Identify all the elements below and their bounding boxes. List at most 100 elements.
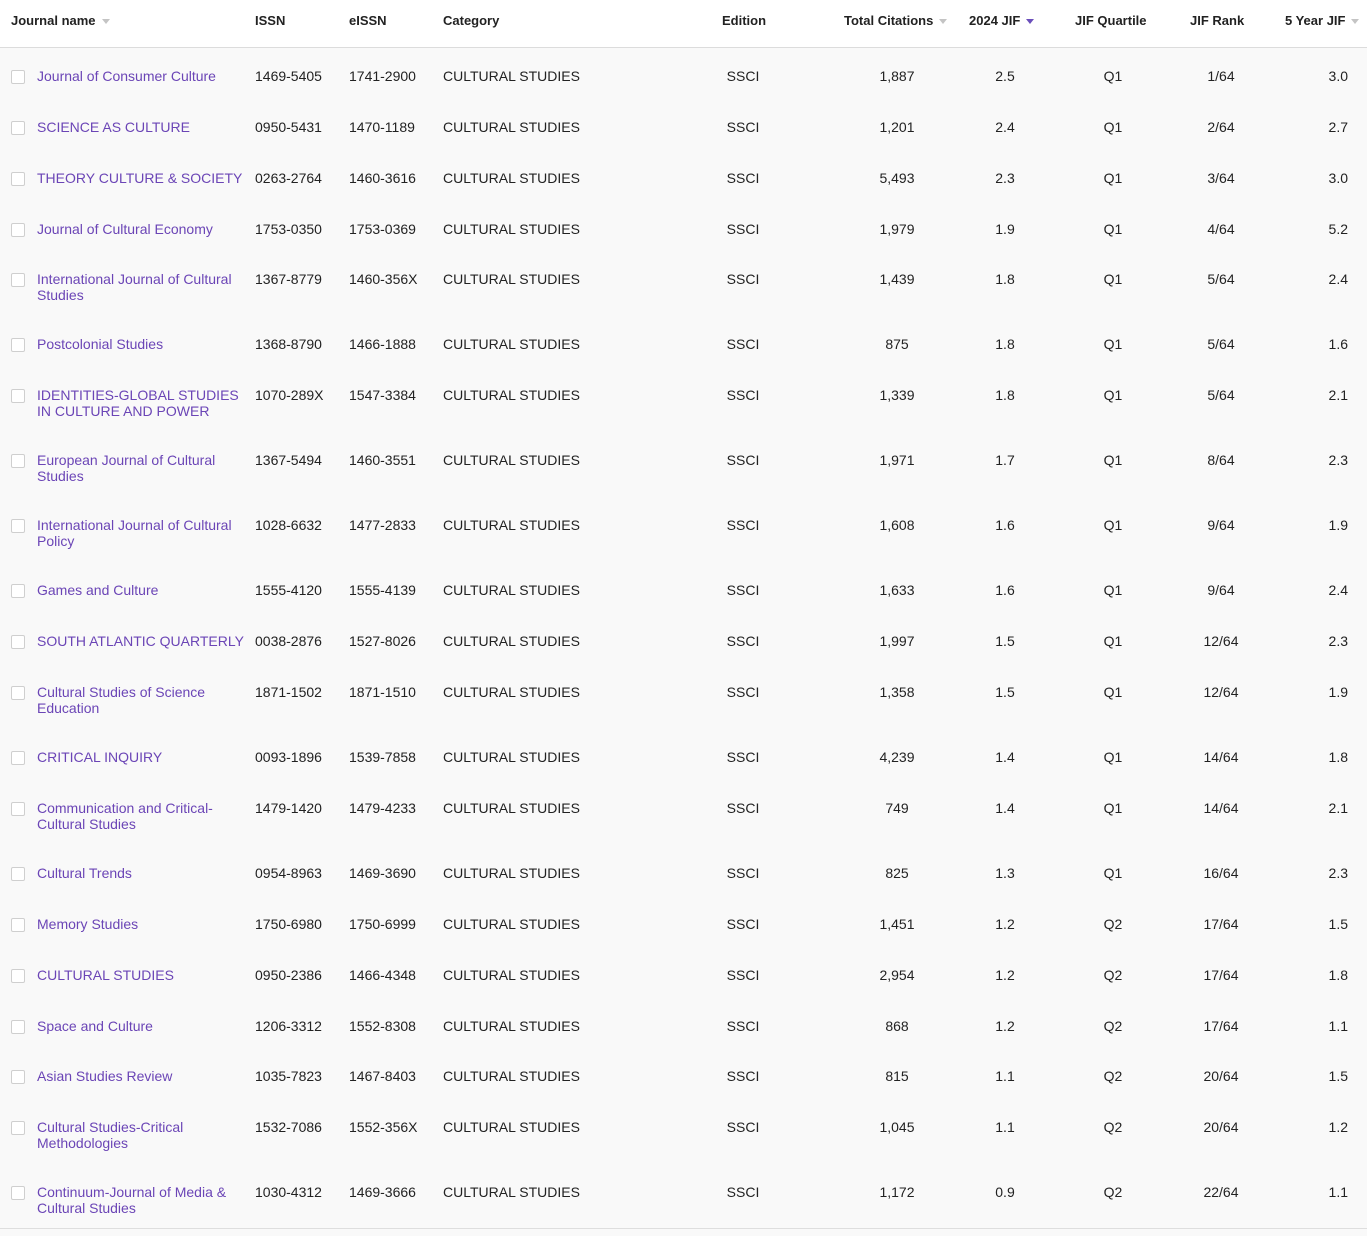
category-cell: CULTURAL STUDIES (443, 1068, 580, 1084)
eissn-cell: 1547-3384 (349, 387, 416, 403)
journal-name-link[interactable]: Memory Studies (37, 916, 249, 932)
category-cell: CULTURAL STUDIES (443, 271, 580, 287)
quartile-cell: Q1 (1103, 800, 1123, 816)
row-checkbox[interactable] (11, 172, 25, 186)
sort-arrow-icon[interactable] (1351, 19, 1360, 25)
jif-cell: 1.8 (995, 336, 1015, 352)
rank-cell: 17/64 (1203, 967, 1239, 983)
journal-name-link[interactable]: CULTURAL STUDIES (37, 967, 249, 983)
row-checkbox[interactable] (11, 751, 25, 765)
row-checkbox[interactable] (11, 1070, 25, 1084)
column-header-five-year-jif[interactable]: 5 Year JIF (1285, 13, 1360, 29)
issn-cell: 1035-7823 (255, 1068, 322, 1084)
row-checkbox[interactable] (11, 686, 25, 700)
issn-cell: 0954-8963 (255, 865, 322, 881)
issn-cell: 1479-1420 (255, 800, 322, 816)
journal-name-link[interactable]: Games and Culture (37, 582, 249, 598)
edition-cell: SSCI (726, 271, 760, 287)
total-citations-cell: 1,997 (879, 633, 915, 649)
journal-name-link[interactable]: Cultural Studies-Critical Methodologies (37, 1119, 249, 1151)
eissn-cell: 1552-8308 (349, 1018, 416, 1034)
row-checkbox[interactable] (11, 1121, 25, 1135)
row-checkbox[interactable] (11, 584, 25, 598)
row-checkbox[interactable] (11, 867, 25, 881)
journal-name-link[interactable]: International Journal of Cultural Studie… (37, 271, 249, 303)
issn-cell: 1070-289X (255, 387, 324, 403)
row-checkbox[interactable] (11, 338, 25, 352)
five-year-jif-cell: 2.4 (1328, 271, 1348, 287)
journal-name-link[interactable]: Communication and Critical-Cultural Stud… (37, 800, 249, 832)
row-checkbox[interactable] (11, 969, 25, 983)
issn-cell: 1750-6980 (255, 916, 322, 932)
journal-name-link[interactable]: International Journal of Cultural Policy (37, 517, 249, 549)
edition-cell: SSCI (726, 800, 760, 816)
table-row: SOUTH ATLANTIC QUARTERLY 0038-2876 1527-80… (0, 616, 1367, 668)
issn-cell: 1368-8790 (255, 336, 322, 352)
journal-name-link[interactable]: Cultural Studies of Science Education (37, 684, 249, 716)
quartile-cell: Q1 (1103, 582, 1123, 598)
category-cell: CULTURAL STUDIES (443, 1119, 580, 1135)
journal-name-link[interactable]: SCIENCE AS CULTURE (37, 119, 249, 135)
journal-name-link[interactable]: European Journal of Cultural Studies (37, 452, 249, 484)
eissn-cell: 1466-1888 (349, 336, 416, 352)
edition-cell: SSCI (726, 967, 760, 983)
five-year-jif-cell: 1.9 (1328, 517, 1348, 533)
rank-cell: 3/64 (1207, 170, 1235, 186)
table-row: Journal of Cultural Economy 1753-0350 1753… (0, 204, 1367, 255)
row-checkbox[interactable] (11, 635, 25, 649)
quartile-cell: Q2 (1103, 1018, 1123, 1034)
edition-cell: SSCI (726, 633, 760, 649)
total-citations-cell: 1,358 (879, 684, 915, 700)
five-year-jif-cell: 3.0 (1328, 170, 1348, 186)
journal-name-link[interactable]: THEORY CULTURE & SOCIETY (37, 170, 249, 186)
sort-arrow-active-icon[interactable] (1026, 19, 1035, 25)
journal-name-link[interactable]: CRITICAL INQUIRY (37, 749, 249, 765)
row-checkbox[interactable] (11, 389, 25, 403)
rank-cell: 5/64 (1207, 271, 1235, 287)
quartile-cell: Q1 (1103, 684, 1123, 700)
rank-cell: 12/64 (1203, 633, 1239, 649)
jif-cell: 1.5 (995, 633, 1015, 649)
row-checkbox[interactable] (11, 918, 25, 932)
journal-name-link[interactable]: Cultural Trends (37, 865, 249, 881)
jif-cell: 1.7 (995, 452, 1015, 468)
journal-name-link[interactable]: Continuum-Journal of Media & Cultural St… (37, 1184, 249, 1216)
jif-cell: 1.8 (995, 387, 1015, 403)
row-checkbox[interactable] (11, 273, 25, 287)
row-checkbox[interactable] (11, 802, 25, 816)
journal-name-link[interactable]: Asian Studies Review (37, 1068, 249, 1084)
row-checkbox[interactable] (11, 223, 25, 237)
journal-name-link[interactable]: Journal of Cultural Economy (37, 221, 249, 237)
column-header-journal-name[interactable]: Journal name (11, 13, 110, 29)
journal-name-link[interactable]: Postcolonial Studies (37, 336, 249, 352)
table-row: IDENTITIES-GLOBAL STUDIES IN CULTURE AND… (0, 370, 1367, 436)
five-year-jif-cell: 1.8 (1328, 967, 1348, 983)
five-year-jif-cell: 1.1 (1328, 1018, 1348, 1034)
quartile-cell: Q1 (1103, 749, 1123, 765)
edition-cell: SSCI (726, 582, 760, 598)
row-checkbox[interactable] (11, 121, 25, 135)
table-row: THEORY CULTURE & SOCIETY 0263-2764 1460-36… (0, 153, 1367, 205)
journal-name-link[interactable]: SOUTH ATLANTIC QUARTERLY (37, 633, 249, 649)
journal-name-link[interactable]: Space and Culture (37, 1018, 249, 1034)
column-header-total-citations[interactable]: Total Citations (844, 13, 948, 29)
row-checkbox[interactable] (11, 519, 25, 533)
issn-cell: 1206-3312 (255, 1018, 322, 1034)
total-citations-cell: 1,201 (879, 119, 915, 135)
eissn-cell: 1466-4348 (349, 967, 416, 983)
jif-cell: 1.6 (995, 582, 1015, 598)
row-checkbox[interactable] (11, 70, 25, 84)
row-checkbox[interactable] (11, 454, 25, 468)
edition-cell: SSCI (726, 916, 760, 932)
journal-name-link[interactable]: Journal of Consumer Culture (37, 68, 249, 84)
row-checkbox[interactable] (11, 1186, 25, 1200)
table-row: Games and Culture 1555-4120 1555-4139 CULTU… (0, 565, 1367, 617)
column-header-jif[interactable]: 2024 JIF (969, 13, 1035, 29)
journal-name-link[interactable]: IDENTITIES-GLOBAL STUDIES IN CULTURE AND… (37, 387, 249, 419)
row-checkbox[interactable] (11, 1020, 25, 1034)
sort-arrow-icon[interactable] (101, 19, 110, 25)
table-row: CULTURAL STUDIES 0950-2386 1466-4348 CULTUR… (0, 950, 1367, 1002)
sort-arrow-icon[interactable] (939, 19, 948, 25)
column-header-label: JIF Quartile (1075, 13, 1147, 28)
eissn-cell: 1753-0369 (349, 221, 416, 237)
